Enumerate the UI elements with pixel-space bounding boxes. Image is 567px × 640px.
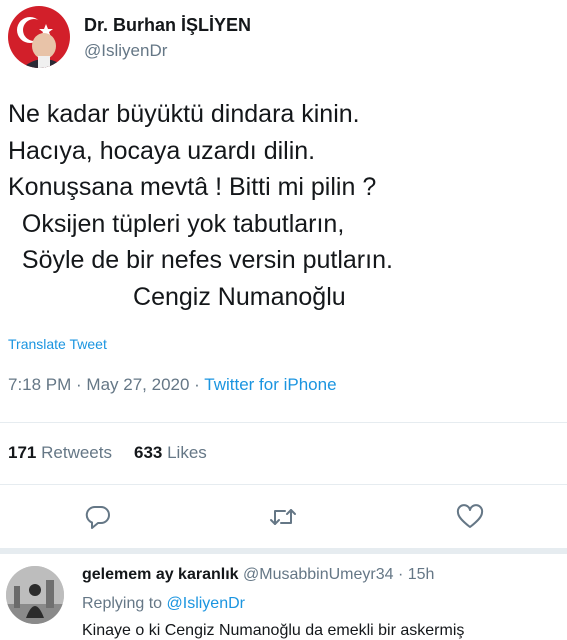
avatar-image bbox=[8, 6, 70, 68]
tweet-line: Söyle de bir nefes versin putların. bbox=[8, 246, 393, 274]
tweet-line: Konuşsana mevtâ ! Bitti mi pilin ? bbox=[8, 173, 377, 201]
likes-count: 633 bbox=[133, 443, 163, 462]
tweet-time[interactable]: 7:18 PM bbox=[8, 375, 71, 394]
tweet-meta: 7:18 PM · May 27, 2020 · Twitter for iPh… bbox=[8, 375, 337, 395]
section-divider bbox=[0, 548, 567, 554]
meta-separator: · bbox=[189, 375, 205, 394]
replying-to-link[interactable]: @IsliyenDr bbox=[167, 595, 245, 612]
likes-stat[interactable]: 633 Likes bbox=[134, 443, 207, 462]
heart-icon bbox=[456, 504, 484, 528]
retweet-icon bbox=[270, 509, 296, 525]
reply-avatar-image bbox=[6, 566, 64, 624]
reply-avatar[interactable] bbox=[6, 566, 64, 624]
tweet-date[interactable]: May 27, 2020 bbox=[86, 375, 189, 394]
tweet-line: Cengiz Numanoğlu bbox=[8, 282, 346, 311]
retweets-count: 171 bbox=[8, 443, 37, 462]
reply-header: gelemem ay karanlık @MusabbinUmeyr34 · 1… bbox=[82, 566, 434, 584]
tweet-text: Ne kadar büyüktü dindara kinin. Hacıya, … bbox=[8, 96, 558, 315]
replying-to: Replying to @IsliyenDr bbox=[82, 595, 245, 613]
like-button[interactable] bbox=[455, 502, 485, 532]
tweet-line: Ne kadar büyüktü dindara kinin. bbox=[8, 100, 360, 128]
translate-tweet-link[interactable]: Translate Tweet bbox=[8, 336, 107, 352]
tweet-stats: 171 Retweets 633 Likes bbox=[8, 443, 207, 463]
divider bbox=[0, 422, 567, 423]
tweet-line: Hacıya, hocaya uzardı dilin. bbox=[8, 136, 316, 165]
reply-age[interactable]: 15h bbox=[408, 566, 435, 583]
retweets-stat[interactable]: 171 Retweets bbox=[8, 443, 112, 462]
likes-label: Likes bbox=[167, 443, 207, 462]
author-name[interactable]: Dr. Burhan İŞLİYEN bbox=[84, 15, 251, 36]
tweet-source-link[interactable]: Twitter for iPhone bbox=[204, 375, 336, 394]
meta-separator: · bbox=[71, 375, 87, 394]
reply-text: Kinaye o ki Cengiz Numanoğlu da emekli b… bbox=[82, 622, 465, 639]
reply-author-handle[interactable]: @MusabbinUmeyr34 bbox=[243, 566, 394, 583]
tweet-line: Oksijen tüpleri yok tabutların, bbox=[8, 209, 345, 238]
retweets-label: Retweets bbox=[41, 443, 112, 462]
reply-author-name[interactable]: gelemem ay karanlık bbox=[82, 566, 239, 583]
reply-button[interactable] bbox=[83, 502, 113, 532]
reply-separator: · bbox=[393, 566, 408, 583]
retweet-button[interactable] bbox=[268, 502, 298, 532]
author-handle[interactable]: @IsliyenDr bbox=[84, 41, 167, 61]
replying-prefix: Replying to bbox=[82, 595, 163, 612]
divider bbox=[0, 484, 567, 485]
reply-icon bbox=[85, 505, 110, 529]
author-avatar[interactable] bbox=[8, 6, 70, 68]
